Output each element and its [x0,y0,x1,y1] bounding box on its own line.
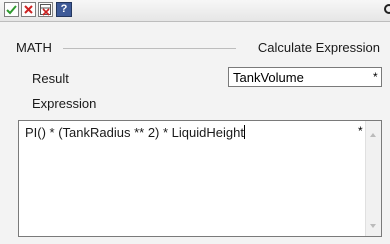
scroll-up-arrow-icon[interactable] [370,133,376,137]
required-marker: * [358,124,363,138]
section-header: MATH Calculate Expression [0,40,390,60]
expression-value: PI() * (TankRadius ** 2) * LiquidHeight [25,125,244,140]
check-icon[interactable] [4,2,19,17]
text-caret [243,125,245,139]
expression-text-wrap: PI() * (TankRadius ** 2) * LiquidHeight [25,125,245,140]
vertical-scrollbar[interactable] [365,121,381,236]
required-marker: * [373,70,378,84]
table-delete-icon[interactable] [38,2,53,17]
toolbar: ? [0,0,390,22]
result-label: Result [32,71,69,86]
section-label: MATH [16,40,52,55]
expression-textarea[interactable]: PI() * (TankRadius ** 2) * LiquidHeight … [18,120,382,237]
close-x-icon[interactable] [21,2,36,17]
circle-icon [384,4,390,14]
divider [63,48,236,49]
page-title: Calculate Expression [257,40,380,55]
scroll-down-arrow-icon[interactable] [370,224,376,228]
result-input[interactable] [228,67,382,87]
expression-label: Expression [32,96,97,111]
help-icon[interactable]: ? [56,2,72,17]
